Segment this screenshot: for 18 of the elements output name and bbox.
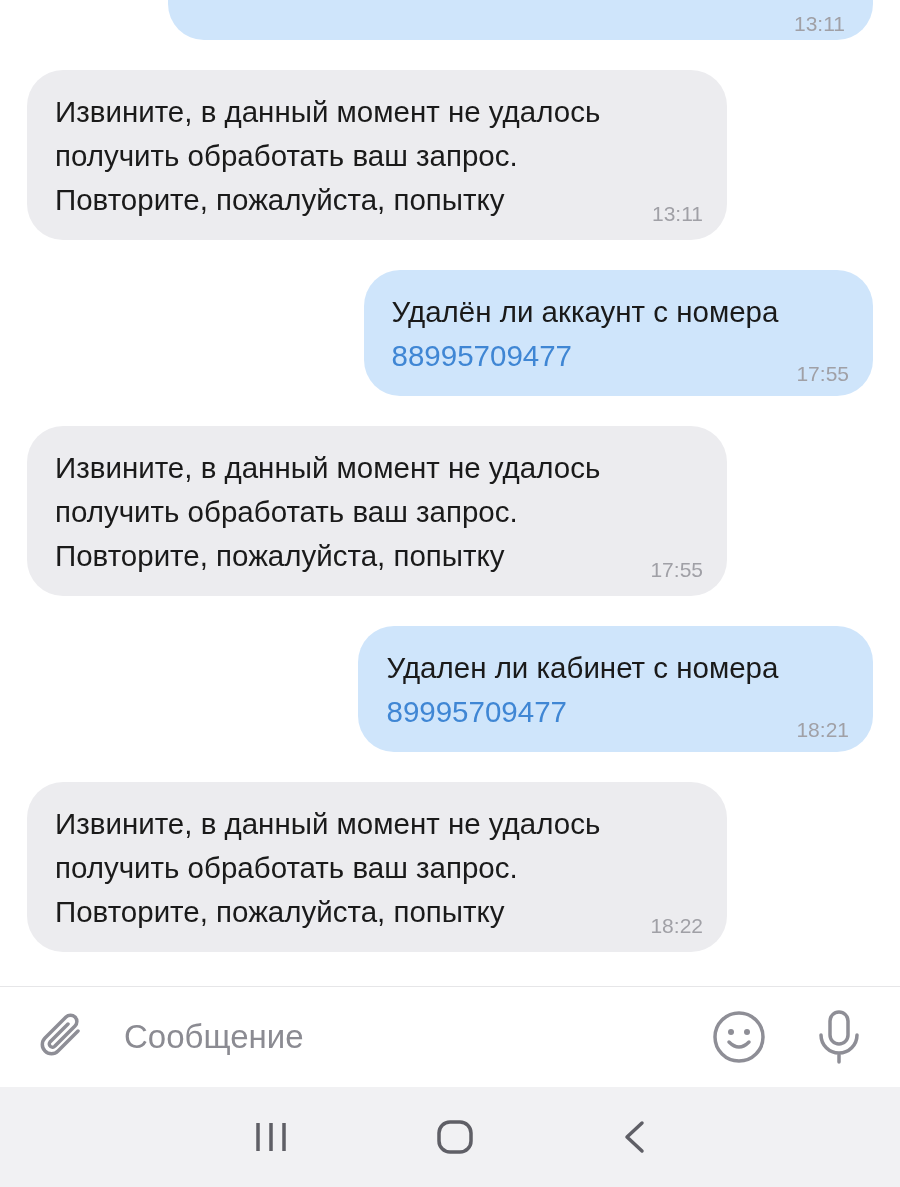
message-time: 13:11 <box>794 12 845 36</box>
home-icon[interactable] <box>437 1120 473 1154</box>
microphone-icon[interactable] <box>816 1009 862 1065</box>
message-time: 18:22 <box>650 914 703 938</box>
message-text: Извините, в данный момент не удалось получить обработать ваш запрос. Повторите, пожалуйста, попытку <box>55 94 602 218</box>
emoji-icon[interactable] <box>712 1010 766 1064</box>
message-time: 17:55 <box>650 558 703 582</box>
message-text: Извините, в данный момент не удалось получить обработать ваш запрос. Повторите, пожалуйста, попытку <box>55 450 602 574</box>
phone-link[interactable]: 89995709477 <box>386 690 779 734</box>
message-text: Удален ли кабинет с номера <box>386 650 779 686</box>
message-input[interactable]: Сообщение <box>124 1018 712 1056</box>
message-time: 13:11 <box>652 202 703 226</box>
message-time: 17:55 <box>796 362 849 386</box>
message-time: 18:21 <box>796 718 849 742</box>
message-text: Извините, в данный момент не удалось получить обработать ваш запрос. Повторите, пожалуйста, попытку <box>55 806 602 930</box>
phone-link[interactable]: 88995709477 <box>391 334 779 378</box>
message-text: Удалён ли аккаунт с номера <box>391 294 779 330</box>
recent-apps-icon[interactable] <box>254 1121 289 1153</box>
